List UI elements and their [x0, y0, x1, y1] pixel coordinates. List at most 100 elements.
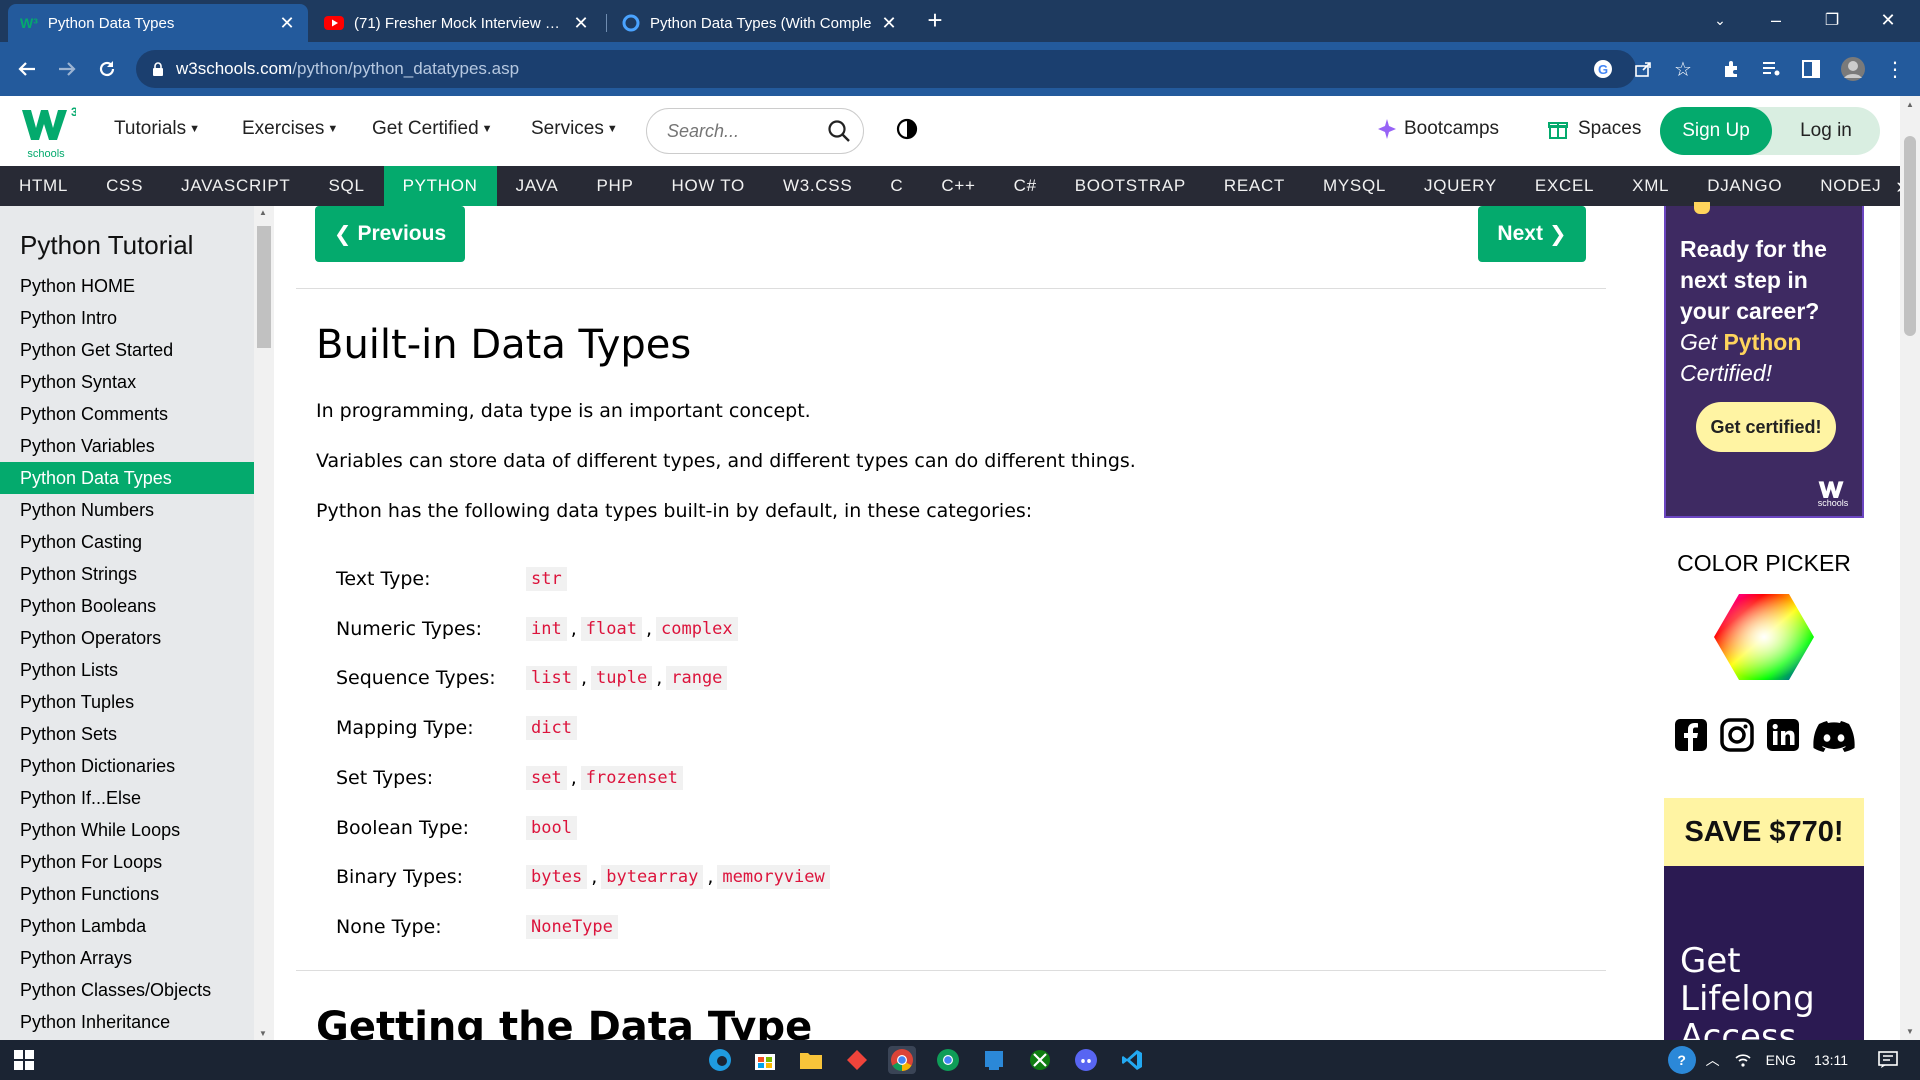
spaces-link[interactable]: Spaces — [1548, 118, 1641, 140]
tab-close-icon[interactable]: ✕ — [880, 13, 898, 34]
xbox-icon[interactable] — [1026, 1046, 1054, 1074]
sidebar-item[interactable]: Python Lambda — [0, 910, 254, 942]
tab-close-icon[interactable]: ✕ — [572, 13, 590, 34]
browser-tab-active[interactable]: W³ Python Data Types ✕ — [8, 4, 308, 42]
sign-up-button[interactable]: Sign Up — [1660, 107, 1772, 155]
sidebar-item[interactable]: Python If...Else — [0, 782, 254, 814]
topnav-csharp[interactable]: C# — [995, 166, 1056, 206]
close-window-icon[interactable]: ✕ — [1860, 0, 1916, 40]
get-certified-button[interactable]: Get certified! — [1696, 402, 1836, 452]
vscode-icon[interactable] — [1118, 1046, 1146, 1074]
sidebar-item[interactable]: Python Comments — [0, 398, 254, 430]
chrome-taskbar-icon[interactable] — [888, 1046, 916, 1074]
sidebar-item[interactable]: Python For Loops — [0, 846, 254, 878]
sidebar-item[interactable]: Python Dictionaries — [0, 750, 254, 782]
next-button[interactable]: Next ❯ — [1478, 206, 1586, 262]
wifi-icon[interactable] — [1734, 1052, 1752, 1068]
address-bar[interactable]: w3schools.com/python/python_datatypes.as… — [136, 50, 1636, 88]
extensions-puzzle-icon[interactable] — [1716, 54, 1746, 84]
page-scroll-thumb[interactable] — [1904, 136, 1916, 336]
microsoft-store-icon[interactable] — [751, 1046, 779, 1074]
minimize-icon[interactable]: – — [1748, 0, 1804, 40]
new-tab-button[interactable]: + — [918, 6, 952, 36]
topnav-howto[interactable]: HOW TO — [653, 166, 764, 206]
menu-get-certified[interactable]: Get Certified ▼ — [372, 118, 493, 140]
forward-icon[interactable] — [52, 54, 82, 84]
topnav-sql[interactable]: SQL — [309, 166, 383, 206]
windows-start-icon[interactable] — [10, 1046, 38, 1074]
topnav-java[interactable]: JAVA — [497, 166, 578, 206]
dark-mode-toggle-icon[interactable] — [896, 118, 918, 140]
bookmark-star-icon[interactable]: ☆ — [1668, 54, 1698, 84]
notifications-icon[interactable] — [1878, 1051, 1898, 1069]
sidebar-item[interactable]: Python Intro — [0, 302, 254, 334]
language-indicator[interactable]: ENG — [1766, 1052, 1796, 1068]
sidebar-item[interactable]: Python Arrays — [0, 942, 254, 974]
topnav-jquery[interactable]: JQUERY — [1405, 166, 1516, 206]
sidebar-item[interactable]: Python Numbers — [0, 494, 254, 526]
anydesk-icon[interactable] — [843, 1046, 871, 1074]
page-scrollbar[interactable]: ▲ ▼ — [1900, 96, 1920, 1040]
sidebar-scrollbar[interactable]: ▲ ▼ — [254, 206, 274, 1040]
scroll-up-icon[interactable]: ▲ — [1906, 100, 1914, 109]
share-icon[interactable] — [1628, 54, 1658, 84]
clock[interactable]: 13:11 — [1814, 1052, 1848, 1068]
sidebar-item[interactable]: Python Casting — [0, 526, 254, 558]
edge-icon[interactable] — [706, 1046, 734, 1074]
search-input[interactable] — [667, 120, 827, 142]
color-picker-label[interactable]: COLOR PICKER — [1664, 550, 1864, 577]
reload-icon[interactable] — [92, 54, 122, 84]
color-picker-hexagon-icon[interactable] — [1714, 594, 1814, 680]
tab-close-icon[interactable]: ✕ — [278, 13, 296, 34]
previous-button[interactable]: ❮ Previous — [315, 206, 465, 262]
topnav-php[interactable]: PHP — [577, 166, 652, 206]
windows-app-icon[interactable] — [980, 1046, 1008, 1074]
scroll-down-icon[interactable]: ▼ — [259, 1029, 267, 1038]
topnav-excel[interactable]: EXCEL — [1516, 166, 1613, 206]
linkedin-icon[interactable] — [1766, 718, 1800, 758]
topnav-css[interactable]: CSS — [87, 166, 162, 206]
topnav-c[interactable]: C — [871, 166, 922, 206]
search-box[interactable] — [646, 108, 864, 154]
browser-tab[interactable]: Python Data Types (With Comple ✕ — [610, 4, 910, 42]
sidebar-scroll-thumb[interactable] — [257, 226, 271, 348]
topnav-html[interactable]: HTML — [0, 166, 87, 206]
menu-services[interactable]: Services ▼ — [531, 118, 618, 140]
menu-exercises[interactable]: Exercises ▼ — [242, 118, 338, 140]
sidebar-item[interactable]: Python Data Types — [0, 462, 254, 494]
sidebar-item[interactable]: Python Classes/Objects — [0, 974, 254, 1006]
sidebar-item[interactable]: Python Operators — [0, 622, 254, 654]
instagram-icon[interactable] — [1720, 718, 1754, 758]
chevron-up-icon[interactable]: ︿ — [1706, 1050, 1720, 1070]
sidebar-item[interactable]: Python Tuples — [0, 686, 254, 718]
sidebar-item[interactable]: Python Inheritance — [0, 1006, 254, 1038]
scroll-down-icon[interactable]: ▼ — [1906, 1027, 1914, 1036]
sidebar-item[interactable]: Python Syntax — [0, 366, 254, 398]
facebook-icon[interactable] — [1674, 718, 1708, 758]
topnav-javascript[interactable]: JAVASCRIPT — [162, 166, 309, 206]
discord-taskbar-icon[interactable] — [1072, 1046, 1100, 1074]
sidebar-item[interactable]: Python Booleans — [0, 590, 254, 622]
discord-icon[interactable] — [1812, 718, 1856, 758]
sidebar-item[interactable]: Python Lists — [0, 654, 254, 686]
log-in-button[interactable]: Log in — [1772, 107, 1880, 155]
file-explorer-icon[interactable] — [797, 1046, 825, 1074]
topnav-bootstrap[interactable]: BOOTSTRAP — [1056, 166, 1205, 206]
topnav-w3css[interactable]: W3.CSS — [764, 166, 871, 206]
topnav-django[interactable]: DJANGO — [1688, 166, 1801, 206]
google-icon[interactable]: G — [1588, 54, 1618, 84]
sidebar-item[interactable]: Python While Loops — [0, 814, 254, 846]
topnav-mysql[interactable]: MYSQL — [1304, 166, 1405, 206]
certification-ad[interactable]: Ready for the next step in your career? … — [1664, 202, 1864, 518]
topnav-python[interactable]: PYTHON — [383, 166, 497, 206]
sidebar-item[interactable]: Python Strings — [0, 558, 254, 590]
scroll-up-icon[interactable]: ▲ — [259, 208, 267, 217]
topnav-cpp[interactable]: C++ — [922, 166, 994, 206]
sidebar-item[interactable]: Python Get Started — [0, 334, 254, 366]
topnav-react[interactable]: REACT — [1205, 166, 1304, 206]
profile-avatar[interactable] — [1838, 54, 1868, 84]
topnav-xml[interactable]: XML — [1613, 166, 1688, 206]
search-icon[interactable] — [827, 119, 851, 143]
help-icon[interactable]: ? — [1667, 1046, 1696, 1074]
browser-tab[interactable]: (71) Fresher Mock Interview PYTH ✕ — [312, 4, 602, 42]
